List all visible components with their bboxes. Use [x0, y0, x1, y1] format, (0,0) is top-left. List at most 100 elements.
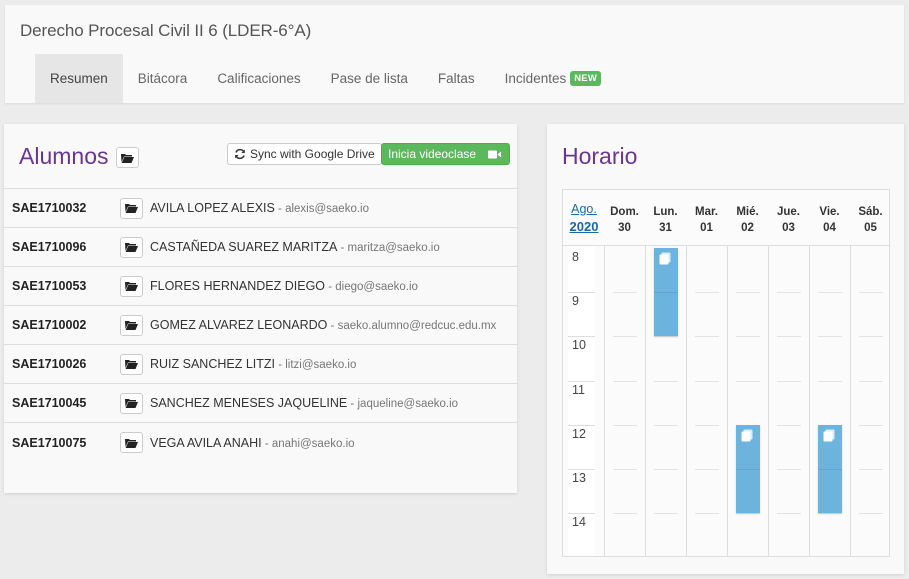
hour-gridline — [613, 424, 637, 426]
hour-gridline — [859, 513, 883, 515]
sync-google-drive-button[interactable]: Sync with Google Drive — [227, 143, 382, 165]
alumnos-panel: Alumnos Sync with Google Drive Inicia vi… — [4, 124, 517, 493]
course-header: Derecho Procesal Civil II 6 (LDER-6°A) R… — [5, 5, 904, 103]
student-folder-button[interactable] — [120, 392, 143, 414]
calendar-header: Ago. 2020 Dom. 30 Lun. 31 Mar. 01 Mié. 02 Jue. 03… — [563, 190, 889, 246]
tab-bitacora[interactable]: Bitácora — [123, 54, 203, 103]
hour-gridline — [695, 292, 719, 294]
student-id: SAE1710026 — [12, 357, 87, 371]
hour-gridline — [654, 380, 678, 382]
day-column[interactable] — [809, 246, 850, 556]
student-name: AVILA LOPEZ ALEXIS — [150, 201, 275, 215]
student-email-sep: - — [274, 203, 286, 215]
tab-calificaciones[interactable]: Calificaciones — [202, 54, 315, 103]
course-title: Derecho Procesal Civil II 6 (LDER-6°A) — [20, 21, 312, 40]
alumnos-folder-button[interactable] — [116, 147, 139, 168]
student-email-sep: - — [347, 398, 358, 410]
day-number: 31 — [659, 222, 672, 234]
day-header: Lun. 31 — [645, 204, 686, 236]
year-label: 2020 — [569, 219, 599, 234]
horario-panel: Horario Ago. 2020 Dom. 30 Lun. 31 Mar. 01 Mié.… — [547, 124, 904, 574]
student-row: SAE1710026 RUIZ SANCHEZ LITZI - litzi@sae… — [4, 345, 517, 384]
folder-open-icon — [125, 399, 138, 408]
day-header: Vie. 04 — [809, 204, 850, 236]
tab-pase-de-lista[interactable]: Pase de lista — [316, 54, 423, 103]
student-email: litzi@saeko.io — [285, 359, 357, 371]
event-hour-divider — [818, 468, 842, 470]
student-email-sep: - — [261, 437, 272, 450]
student-name: RUIZ SANCHEZ LITZI — [150, 357, 276, 371]
student-email: diego@saeko.io — [335, 281, 418, 293]
student-email-sep: - — [337, 242, 348, 254]
student-row: SAE1710032 AVILA LOPEZ ALEXIS - alexis@sa… — [4, 189, 517, 228]
student-name-line: SANCHEZ MENESES JAQUELINE - jaqueline@sa… — [150, 396, 458, 410]
student-name-line: FLORES HERNANDEZ DIEGO - diego@saeko.io — [150, 279, 418, 293]
student-folder-button[interactable] — [120, 314, 143, 336]
student-folder-button[interactable] — [120, 197, 143, 219]
hour-divider — [568, 380, 595, 382]
sync-label: Sync with Google Drive — [250, 147, 375, 161]
student-email-sep: - — [275, 359, 286, 371]
student-name: SANCHEZ MENESES JAQUELINE — [150, 396, 348, 410]
day-name: Lun. — [653, 206, 678, 218]
day-header: Dom. 30 — [604, 204, 645, 236]
day-column[interactable] — [604, 246, 645, 556]
hour-gridline — [654, 513, 678, 515]
folder-open-icon — [121, 153, 134, 163]
month-year-link[interactable]: Ago. 2020 — [563, 200, 605, 236]
hour-gridline — [613, 513, 637, 515]
hour-label: 8 — [572, 250, 579, 264]
tab-bar: Resumen Bitácora Calificaciones Pase de … — [35, 54, 616, 103]
student-name: GOMEZ ALVAREZ LEONARDO — [150, 318, 328, 332]
student-folder-button[interactable] — [120, 432, 143, 453]
hour-label: 12 — [572, 426, 586, 441]
class-event[interactable] — [654, 248, 678, 337]
student-folder-button[interactable] — [120, 275, 143, 297]
alumnos-title: Alumnos — [19, 143, 109, 169]
copy-icon — [741, 429, 753, 442]
tab-label: Bitácora — [137, 71, 188, 86]
student-email: maritza@saeko.io — [347, 242, 440, 254]
day-column[interactable] — [645, 246, 686, 556]
day-name: Dom. — [610, 206, 639, 218]
copy-icon — [823, 429, 835, 442]
hour-gridline — [695, 424, 719, 426]
day-column[interactable] — [768, 246, 809, 556]
hour-gridline — [736, 336, 760, 338]
student-id: SAE1710002 — [12, 318, 87, 332]
hour-gridline — [736, 292, 760, 294]
new-badge: NEW — [570, 71, 601, 86]
hour-gridline — [859, 469, 883, 470]
class-event[interactable] — [736, 424, 760, 514]
hour-gridline — [818, 380, 842, 382]
horario-title: Horario — [562, 143, 638, 169]
hour-gridline — [777, 292, 801, 294]
time-column: 8 9 10 11 12 13 14 — [568, 246, 595, 556]
tab-faltas[interactable]: Faltas — [423, 54, 490, 103]
hour-gridline — [695, 336, 719, 338]
tab-incidentes[interactable]: Incidentes NEW — [490, 54, 616, 103]
hour-gridline — [613, 336, 637, 338]
hour-gridline — [695, 513, 719, 515]
refresh-icon — [235, 148, 245, 160]
day-column[interactable] — [850, 246, 891, 556]
student-folder-button[interactable] — [120, 353, 143, 375]
tab-resumen[interactable]: Resumen — [35, 54, 123, 103]
hour-gridline — [777, 513, 801, 515]
folder-open-icon — [125, 282, 138, 291]
day-number: 05 — [864, 222, 877, 234]
month-label: Ago. — [571, 202, 597, 216]
day-header: Mar. 01 — [686, 204, 727, 236]
day-column[interactable] — [686, 246, 727, 556]
hour-divider — [568, 292, 595, 294]
folder-open-icon — [125, 360, 138, 369]
calendar-body: 8 9 10 11 12 13 14 — [563, 246, 889, 556]
day-column[interactable] — [727, 246, 768, 556]
start-videoclass-button[interactable]: Inicia videoclase — [381, 143, 511, 165]
hour-gridline — [859, 380, 883, 382]
student-id: SAE1710053 — [12, 279, 87, 293]
hour-gridline — [859, 336, 883, 338]
student-folder-button[interactable] — [120, 236, 143, 258]
class-event[interactable] — [818, 424, 842, 514]
hour-gridline — [859, 424, 883, 426]
